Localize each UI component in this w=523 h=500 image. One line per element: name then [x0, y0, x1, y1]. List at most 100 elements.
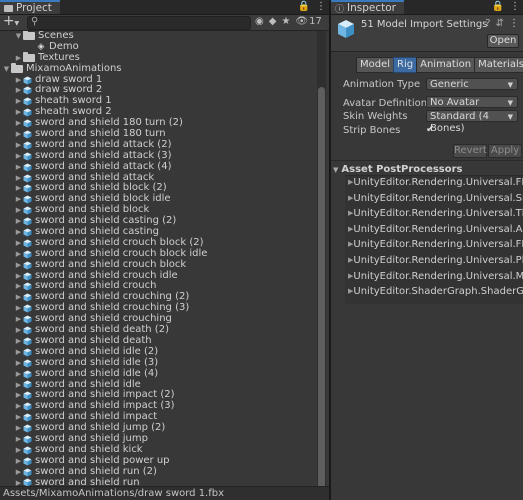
hidden-packages-icon[interactable]: 👁 17 [295, 16, 321, 27]
chevron-right-icon[interactable]: ▶ [14, 85, 23, 96]
chevron-right-icon[interactable]: ▶ [14, 216, 23, 227]
filter-by-label-icon[interactable]: ◆ [269, 16, 277, 27]
tree-asset[interactable]: ▶ sword and shield idle (4) [0, 368, 317, 380]
tree-asset[interactable]: ▶ sword and shield power up [0, 455, 317, 467]
chevron-right-icon[interactable]: ▶ [14, 205, 23, 216]
chevron-right-icon[interactable]: ▶ [14, 118, 23, 129]
presets-icon[interactable]: ⇵ [496, 18, 504, 29]
postprocessor-name: UnityEditor.Rendering.Universal.Autodesk… [353, 223, 523, 235]
chevron-right-icon[interactable]: ▶ [14, 129, 23, 140]
chevron-right-icon[interactable]: ▶ [14, 434, 23, 445]
chevron-down-icon: ▼ [507, 81, 513, 89]
chevron-right-icon[interactable]: ▶ [14, 173, 23, 184]
chevron-right-icon[interactable]: ▶ [14, 194, 23, 205]
chevron-right-icon[interactable]: ▶ [14, 271, 23, 282]
lock-icon[interactable]: 🔒 [298, 1, 310, 12]
chevron-right-icon[interactable]: ▶ [14, 314, 23, 325]
create-button[interactable]: +▼ [0, 14, 22, 31]
revert-button[interactable]: Revert [453, 144, 487, 158]
filter-by-type-icon[interactable]: ◉ [255, 16, 264, 27]
chevron-right-icon[interactable]: ▶ [14, 445, 23, 456]
tree-asset[interactable]: ▶ sword and shield attack (4) [0, 161, 317, 173]
postprocessor-item[interactable]: ▶UnityEditor.Rendering.Universal.Physica… [348, 254, 523, 267]
chevron-right-icon[interactable]: ▶ [14, 238, 23, 249]
chevron-right-icon[interactable]: ▶ [14, 107, 23, 118]
tree-asset[interactable]: ▶ sword and shield run (2) [0, 466, 317, 478]
postprocessor-item[interactable]: ▶UnityEditor.ShaderGraph.ShaderGraphAsse… [348, 285, 523, 298]
chevron-right-icon[interactable]: ▶ [14, 75, 23, 86]
chevron-right-icon[interactable]: ▶ [14, 227, 23, 238]
info-icon: ⓘ [335, 4, 345, 15]
project-scrollbar[interactable] [317, 31, 326, 500]
postprocessor-item[interactable]: ▶UnityEditor.Rendering.Universal.ModelPo… [348, 270, 523, 283]
chevron-right-icon[interactable]: ▶ [14, 303, 23, 314]
more-options-icon[interactable]: ⋮ [510, 1, 520, 12]
chevron-right-icon[interactable]: ▶ [14, 412, 23, 423]
model-cube-icon [23, 348, 32, 357]
chevron-right-icon[interactable]: ▶ [14, 151, 23, 162]
help-icon[interactable]: ? [485, 18, 490, 29]
chevron-right-icon[interactable]: ▶ [14, 347, 23, 358]
chevron-right-icon[interactable]: ▶ [14, 401, 23, 412]
scrollbar-thumb[interactable] [318, 87, 325, 500]
tab-animation[interactable]: Animation [416, 57, 476, 73]
chevron-right-icon[interactable]: ▶ [14, 260, 23, 271]
lock-icon[interactable]: 🔒 [492, 1, 504, 12]
tree-asset[interactable]: ▶ sword and shield crouch block [0, 259, 317, 271]
chevron-right-icon[interactable]: ▶ [14, 336, 23, 347]
tab-materials[interactable]: Materials [474, 57, 523, 73]
favorite-star-icon[interactable]: ★ [281, 16, 290, 27]
postprocessors-header[interactable]: ▼ Asset PostProcessors [333, 164, 463, 175]
postprocessor-item[interactable]: ▶UnityEditor.Rendering.Universal.ThreeDS… [348, 207, 523, 220]
unity-scene-icon: ◈ [37, 42, 45, 53]
tab-model[interactable]: Model [356, 57, 395, 73]
animation-type-dropdown[interactable]: Generic ▼ [426, 78, 518, 90]
project-tab[interactable]: Project [0, 0, 60, 14]
tree-folder[interactable]: ▼ MixamoAnimations [0, 63, 317, 75]
more-options-icon[interactable]: ⋮ [509, 18, 519, 29]
model-cube-icon [23, 468, 32, 477]
chevron-right-icon[interactable]: ▶ [14, 96, 23, 107]
inspector-header: 51 Model Import Settings ? ⇵ ⋮ Open [331, 15, 523, 52]
chevron-right-icon[interactable]: ▶ [14, 249, 23, 260]
inspector-tab[interactable]: ⓘ Inspector [331, 0, 404, 15]
chevron-down-icon[interactable]: ▼ [2, 64, 11, 75]
inspector-tab-label: Inspector [347, 2, 396, 14]
model-cube-icon [23, 326, 32, 335]
postprocessor-item[interactable]: ▶UnityEditor.Rendering.Universal.FBXMate… [348, 176, 523, 189]
chevron-right-icon[interactable]: ▶ [14, 140, 23, 151]
postprocessor-item[interactable]: ▶UnityEditor.Rendering.Universal.Sketchu… [348, 192, 523, 205]
chevron-right-icon[interactable]: ▶ [14, 467, 23, 478]
header-icons: ? ⇵ ⋮ [485, 18, 519, 29]
avatar-definition-dropdown[interactable]: No Avatar ▼ [426, 96, 518, 108]
chevron-right-icon[interactable]: ▶ [14, 358, 23, 369]
chevron-right-icon[interactable]: ▶ [14, 183, 23, 194]
chevron-right-icon[interactable]: ▶ [14, 390, 23, 401]
chevron-right-icon[interactable]: ▶ [14, 369, 23, 380]
tree-asset[interactable]: ▶ sword and shield idle (3) [0, 357, 317, 369]
model-cube-icon [23, 184, 32, 193]
skin-weights-dropdown[interactable]: Standard (4 Bones) ▼ [426, 110, 518, 134]
chevron-right-icon[interactable]: ▶ [14, 281, 23, 292]
chevron-right-icon[interactable]: ▶ [14, 292, 23, 303]
chevron-right-icon[interactable]: ▶ [14, 325, 23, 336]
tab-rig[interactable]: Rig [393, 57, 418, 73]
open-button[interactable]: Open [487, 34, 519, 48]
apply-button[interactable]: Apply [488, 144, 522, 158]
chevron-down-icon[interactable]: ▼ [14, 31, 23, 42]
search-icon: ⚲ [31, 16, 39, 27]
tree-folder[interactable]: ▼ Scenes [0, 31, 317, 42]
more-options-icon[interactable]: ⋮ [316, 1, 326, 12]
chevron-right-icon[interactable]: ▶ [14, 162, 23, 173]
postprocessor-item[interactable]: ▶UnityEditor.Rendering.Universal.Autodes… [348, 223, 523, 236]
avatar-definition-value: No Avatar [430, 97, 480, 108]
project-panel: Project 🔒 ⋮ +▼ ⚲ ◉ ◆ ★ 👁 17 ▼ Scenes ◈ Demo ▶… [0, 0, 329, 500]
chevron-right-icon[interactable]: ▶ [14, 380, 23, 391]
chevron-right-icon[interactable]: ▶ [14, 456, 23, 467]
postprocessor-item[interactable]: ▶UnityEditor.Rendering.Universal.FBXArno… [348, 238, 523, 251]
search-field[interactable]: ⚲ [27, 16, 251, 30]
chevron-right-icon[interactable]: ▶ [14, 53, 23, 64]
project-tree[interactable]: ▼ Scenes ◈ Demo ▶ Textures ▼ MixamoAnimations ▶ d… [0, 31, 317, 487]
chevron-right-icon[interactable]: ▶ [14, 423, 23, 434]
strip-bones-checkbox[interactable]: ✔ [426, 125, 436, 135]
